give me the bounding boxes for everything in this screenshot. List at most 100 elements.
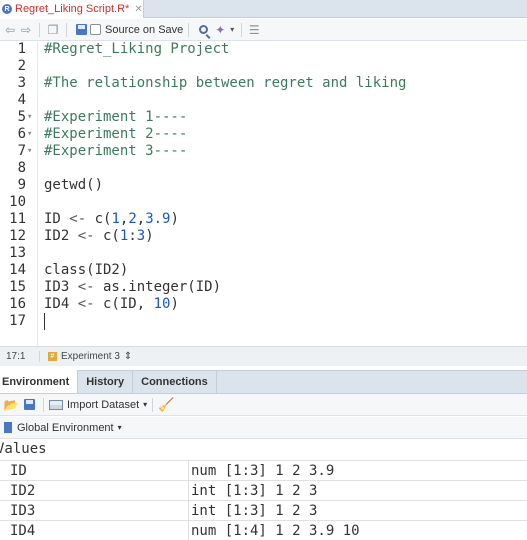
code-line[interactable]: 8 bbox=[0, 160, 527, 177]
source-on-save-label: Source on Save bbox=[105, 23, 184, 36]
import-dataset-icon bbox=[49, 399, 63, 410]
code-text: #Experiment 1---- bbox=[44, 109, 187, 126]
code-text: #Experiment 2---- bbox=[44, 126, 187, 143]
code-token: #Experiment 3---- bbox=[44, 143, 188, 159]
code-tools-wand-icon[interactable]: ✦ bbox=[212, 21, 228, 39]
chunk-icon: # bbox=[48, 352, 57, 361]
show-in-window-icon[interactable]: ❐ bbox=[45, 21, 61, 39]
variable-value: int [1:3] 1 2 3 bbox=[191, 503, 318, 519]
code-token: ) bbox=[145, 228, 154, 244]
environment-pane-tabs: Environment History Connections bbox=[0, 370, 527, 394]
fold-toggle-icon[interactable]: ▾ bbox=[27, 109, 32, 126]
line-number: 6 bbox=[17, 126, 26, 142]
code-line[interactable]: 11 ID <- c(1,2,3.9) bbox=[0, 211, 527, 228]
back-arrow-icon[interactable]: ⇦ bbox=[2, 21, 18, 39]
environment-icon bbox=[4, 422, 12, 433]
search-icon bbox=[198, 25, 208, 34]
code-line[interactable]: 2 bbox=[0, 58, 527, 75]
code-line[interactable]: 6 ▾ #Experiment 2---- bbox=[0, 126, 527, 143]
save-icon bbox=[23, 399, 35, 410]
code-token: c(ID, bbox=[94, 296, 154, 312]
code-line[interactable]: 10 bbox=[0, 194, 527, 211]
code-line[interactable]: 13 bbox=[0, 245, 527, 262]
toolbar-divider bbox=[241, 22, 243, 37]
column-divider bbox=[188, 481, 189, 501]
line-number: 5 bbox=[17, 109, 26, 125]
code-token: 3.9 bbox=[145, 211, 171, 227]
toolbar-divider bbox=[39, 22, 40, 37]
code-text: ID2 <- c(1:3) bbox=[44, 228, 154, 245]
find-replace-button[interactable] bbox=[194, 21, 212, 39]
source-on-save-checkbox[interactable] bbox=[90, 24, 101, 35]
r-file-icon: R bbox=[2, 4, 12, 14]
line-number: 15 bbox=[9, 279, 26, 295]
code-token: <- bbox=[77, 279, 95, 295]
toolbar-divider bbox=[43, 397, 44, 412]
code-line[interactable]: 16 ID4 <- c(ID, 10) bbox=[0, 296, 527, 313]
variable-name: ID bbox=[10, 463, 27, 479]
forward-arrow-icon[interactable]: ⇨ bbox=[18, 21, 34, 39]
fold-toggle-icon[interactable]: ▾ bbox=[27, 143, 32, 160]
environment-value-row[interactable]: ID3 int [1:3] 1 2 3 bbox=[0, 500, 527, 521]
fold-toggle-icon[interactable]: ▾ bbox=[27, 126, 32, 143]
variable-value: num [1:4] 1 2 3.9 10 bbox=[191, 523, 360, 539]
code-token: <- bbox=[77, 228, 95, 244]
code-token: ) bbox=[170, 296, 179, 312]
editor-tab-regret-liking-script[interactable]: R Regret_Liking Script.R* ✕ bbox=[0, 0, 144, 18]
environment-value-row[interactable]: ID2 int [1:3] 1 2 3 bbox=[0, 480, 527, 501]
code-text: #Experiment 3---- bbox=[44, 143, 187, 160]
save-button[interactable] bbox=[72, 21, 90, 39]
code-text: getwd() bbox=[44, 177, 103, 194]
line-number: 11 bbox=[9, 211, 26, 227]
line-number: 3 bbox=[17, 75, 26, 91]
code-token: 10 bbox=[153, 296, 171, 312]
environment-selector-bar: Global Environment ▾ bbox=[0, 417, 527, 439]
clear-workspace-broom-icon[interactable]: 🧹 bbox=[158, 397, 174, 413]
variable-value: int [1:3] 1 2 3 bbox=[191, 483, 318, 499]
code-line[interactable]: 1 #Regret_Liking Project bbox=[0, 41, 527, 58]
tab-environment[interactable]: Environment bbox=[0, 370, 79, 393]
load-workspace-icon[interactable]: 📂 bbox=[2, 396, 20, 414]
import-dataset-button[interactable]: Import Dataset ▾ bbox=[49, 399, 147, 411]
code-token: #The relationship between regret and lik… bbox=[44, 75, 407, 91]
line-number: 4 bbox=[17, 92, 26, 108]
line-number: 16 bbox=[9, 296, 26, 312]
code-token: as.integer(ID) bbox=[94, 279, 222, 295]
editor-tab-title: Regret_Liking Script.R* bbox=[15, 3, 130, 15]
environment-value-row[interactable]: ID num [1:3] 1 2 3.9 bbox=[0, 460, 527, 481]
code-editor[interactable]: 1 #Regret_Liking Project 2 3 #The relationsh… bbox=[0, 41, 527, 346]
code-line[interactable]: 3 #The relationship between regret and li… bbox=[0, 75, 527, 92]
environment-value-row[interactable]: ID4 num [1:4] 1 2 3.9 10 bbox=[0, 520, 527, 540]
code-line[interactable]: 14 class(ID2) bbox=[0, 262, 527, 279]
environment-toolbar: 📂 Import Dataset ▾ 🧹 bbox=[0, 394, 527, 416]
compile-report-icon[interactable]: ☰ bbox=[247, 21, 261, 39]
chunk-navigator[interactable]: # Experiment 3 ⇕ bbox=[40, 351, 132, 362]
import-dataset-label: Import Dataset bbox=[67, 398, 140, 411]
code-text: #The relationship between regret and lik… bbox=[44, 75, 406, 92]
line-number: 2 bbox=[17, 58, 26, 74]
code-line[interactable]: 9 getwd() bbox=[0, 177, 527, 194]
save-workspace-button[interactable] bbox=[20, 396, 38, 414]
chevron-down-icon[interactable]: ▾ bbox=[228, 21, 236, 39]
code-line[interactable]: 12 ID2 <- c(1:3) bbox=[0, 228, 527, 245]
code-token: #Regret_Liking Project bbox=[44, 41, 230, 57]
toolbar-divider bbox=[66, 22, 67, 37]
code-line[interactable]: 17 bbox=[0, 313, 527, 330]
code-token: ID4 bbox=[44, 296, 78, 312]
global-environment-dropdown[interactable]: Global Environment ▾ bbox=[4, 422, 122, 434]
line-number: 13 bbox=[9, 245, 26, 261]
code-token: getwd() bbox=[44, 177, 104, 193]
tab-history[interactable]: History bbox=[78, 370, 134, 393]
code-line[interactable]: 4 bbox=[0, 92, 527, 109]
code-line[interactable]: 15 ID3 <- as.integer(ID) bbox=[0, 279, 527, 296]
code-token: ID bbox=[44, 211, 70, 227]
chunk-arrow-icon: ⇕ bbox=[123, 351, 133, 362]
close-tab-icon[interactable]: ✕ bbox=[134, 4, 142, 15]
tab-connections[interactable]: Connections bbox=[133, 370, 217, 393]
code-token: c( bbox=[86, 211, 112, 227]
toolbar-divider bbox=[188, 22, 190, 37]
code-line[interactable]: 5 ▾ #Experiment 1---- bbox=[0, 109, 527, 126]
code-line[interactable]: 7 ▾ #Experiment 3---- bbox=[0, 143, 527, 160]
variable-name: ID2 bbox=[10, 483, 36, 499]
editor-toolbar: ⇦ ⇨ ❐ Source on Save ✦ ▾ ☰ bbox=[0, 19, 527, 41]
